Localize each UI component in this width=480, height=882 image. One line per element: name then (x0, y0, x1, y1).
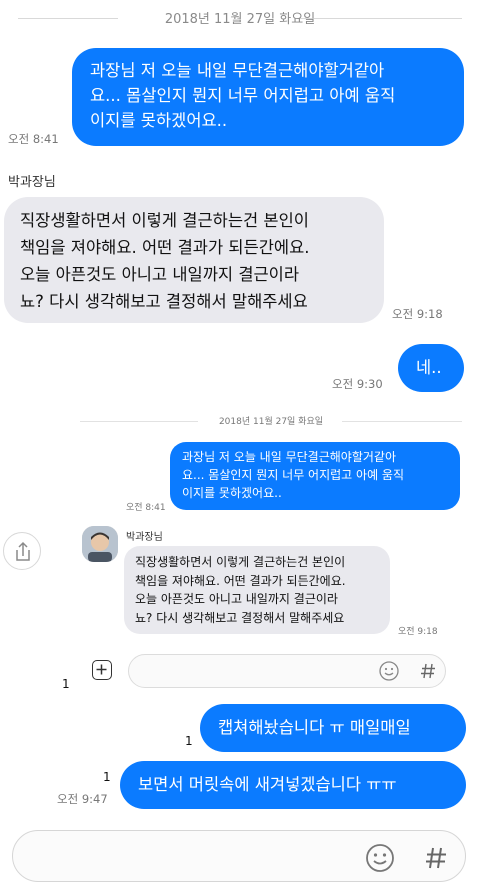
unread-count: 1 (185, 734, 193, 748)
emoji-icon[interactable] (364, 842, 396, 874)
date-header: 2018년 11월 27일 화요일 (164, 12, 316, 27)
sender-name: 박과장님 (8, 175, 56, 190)
message-bubble-outgoing[interactable]: 보면서 머릿속에 새겨넣겠습니다 ㅠㅠ (120, 761, 466, 809)
emoji-icon (379, 661, 399, 681)
message-time: 오전 9:18 (398, 627, 438, 637)
plus-icon (96, 664, 107, 675)
message-input (128, 654, 446, 688)
message-bubble-incoming[interactable]: 직장생활하면서 이렇게 결근하는건 본인이 책임을 져야해요. 어떤 결과가 되… (4, 197, 384, 323)
avatar (82, 526, 118, 562)
share-button[interactable] (3, 532, 41, 570)
share-icon (16, 541, 30, 561)
unread-count: 1 (103, 770, 111, 784)
date-header: 2018년 11월 27일 화요일 (218, 417, 324, 427)
message-bubble-outgoing: 과장님 저 오늘 내일 무단결근해야할거같아 요... 몸살인지 뭔지 너무 어… (170, 442, 460, 510)
date-divider: 2018년 11월 27일 화요일 (80, 414, 462, 428)
embedded-screenshot: 2018년 11월 27일 화요일 과장님 저 오늘 내일 무단결근해야할거같아… (80, 404, 462, 694)
message-time: 오전 8:41 (126, 503, 166, 513)
message-input[interactable] (12, 830, 466, 882)
message-time: 오전 9:47 (57, 792, 108, 806)
message-bubble-outgoing[interactable]: 캡쳐해놨습니다 ㅠ 매일매일 (200, 704, 466, 752)
message-bubble-incoming: 직장생활하면서 이렇게 결근하는건 본인이 책임을 져야해요. 어떤 결과가 되… (124, 546, 390, 634)
message-bubble-outgoing[interactable]: 과장님 저 오늘 내일 무단결근해야할거같아 요... 몸살인지 뭔지 너무 어… (72, 48, 464, 146)
message-time: 오전 9:18 (392, 307, 443, 321)
message-time: 오전 9:30 (332, 377, 383, 391)
sender-name: 박과장님 (126, 532, 163, 543)
date-divider: 2018년 11월 27일 화요일 (0, 8, 480, 28)
hash-icon (421, 663, 435, 679)
message-time: 오전 8:41 (8, 132, 59, 146)
unread-count: 1 (62, 677, 70, 691)
hash-icon[interactable] (423, 845, 449, 871)
message-bubble-outgoing[interactable]: 네.. (398, 344, 464, 392)
plus-button (92, 660, 112, 680)
